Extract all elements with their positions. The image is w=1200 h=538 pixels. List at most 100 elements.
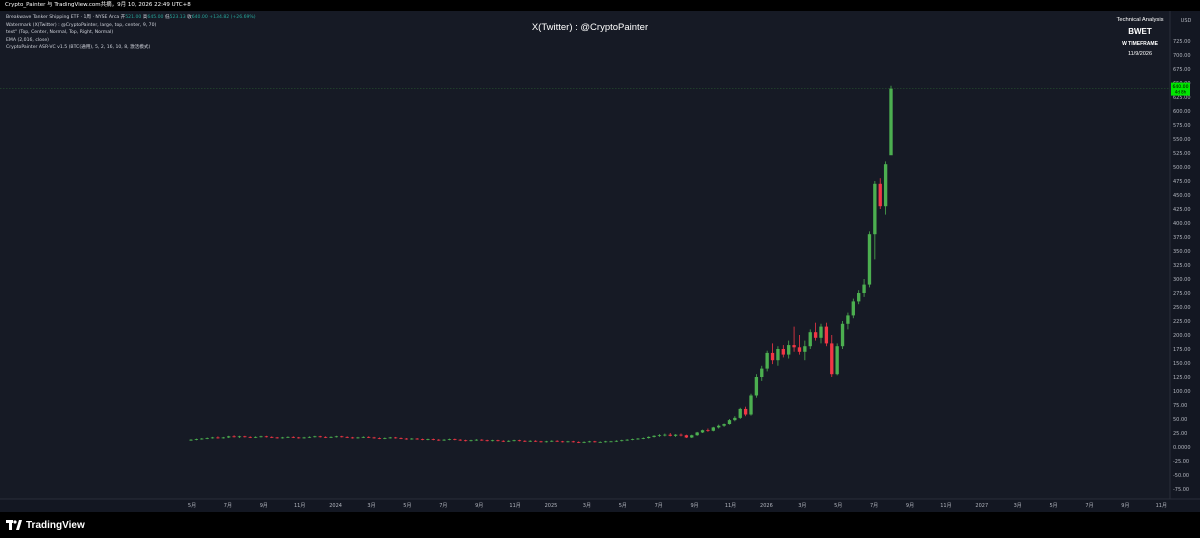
window-title: Crypto_Painter 与 TradingView.com共摘，9月 10… [0,0,1200,11]
candle-body [647,436,651,439]
candle-body [356,437,360,439]
candle-body [399,438,403,439]
price-axis-currency: USD [1181,18,1192,24]
chart-legend: Breakwave Tanker Shipping ETF · 1周 · NYS… [6,14,256,52]
technical-analysis-box: Technical Analysis BWET W TIMEFRAME 11/9… [1104,15,1176,59]
candle-body [700,430,705,433]
time-tick-label: 11月 [940,503,951,509]
candle-body [393,437,398,439]
candle-body [819,326,823,338]
candle-body [372,437,376,439]
candle-body [507,440,511,442]
candle-body [286,436,290,438]
candle-body [770,352,775,361]
candle-body [577,441,581,443]
ta-date: 11/9/2026 [1127,51,1153,57]
candle-body [544,441,549,443]
candle-body [652,435,656,437]
candle-body [291,436,295,438]
candle-body [690,435,694,438]
ta-ticker: BWET [1128,27,1152,36]
time-tick-label: 3月 [798,503,806,509]
candle-body [205,438,209,439]
candle-body [695,432,699,436]
candle-body [582,441,586,443]
time-tick-label: 7月 [870,503,878,509]
candle-body [415,438,419,440]
candle-body [878,183,882,207]
candle-body [388,437,392,439]
candle-body [593,441,597,443]
candle-body [237,436,242,438]
price-tick-label: -50.00 [1173,473,1189,479]
candle-body [668,434,672,436]
time-tick-label: 11月 [725,503,736,509]
candle-body [722,424,726,426]
candle-body [873,183,877,235]
candle-body [420,439,425,440]
price-tick-label: 25.00 [1173,431,1187,437]
candle-body [453,439,457,440]
candle-body [426,439,430,440]
candle-body [727,420,732,425]
price-tick-label: 75.00 [1173,403,1187,409]
candle-body [840,323,845,347]
price-tick-label: 250.00 [1173,305,1191,311]
legend-symbol-prefix: Breakwave Tanker Shipping ETF · 1周 · NYS… [6,15,126,20]
time-tick-label: 7月 [655,503,663,509]
time-tick-label: 5月 [619,503,627,509]
time-tick-label: 2027 [975,503,988,509]
candle-body [571,441,575,443]
time-tick-label: 11月 [1156,503,1167,509]
candle-body [480,439,484,441]
candle-body [227,436,231,438]
candle-body [808,332,812,347]
tradingview-logo[interactable]: TradingView [6,518,85,532]
candle-body [663,434,667,436]
candle-body [512,440,516,442]
candle-body [754,377,759,396]
time-tick-label: 5月 [834,503,842,509]
price-tick-label: -25.00 [1173,459,1189,465]
candle-body [442,439,446,441]
candle-body [485,440,489,442]
candle-body [404,438,409,440]
candle-body [673,434,678,436]
candle-body [598,441,602,443]
candle-body [490,440,495,442]
candle-body [851,301,855,316]
candle-body [323,436,328,438]
candlestick-chart[interactable]: USD725.00700.00675.00650.00625.00600.005… [0,11,1200,512]
price-tick-label: 450.00 [1173,193,1191,199]
candle-body [334,436,339,438]
legend-asr-indicator[interactable]: CryptoPainter ASR-VC v1.5 (BTC(通用), 5, 2… [6,44,256,52]
price-tick-label: 300.00 [1173,277,1191,283]
candle-body [367,436,371,438]
candle-body [194,439,199,440]
time-tick-label: 2025 [545,503,558,509]
legend-watermark-indicator[interactable]: Watermark (X(Twitter) : @CryptoPainter, … [6,22,256,30]
candle-body [350,437,355,439]
price-tick-label: 225.00 [1173,319,1191,325]
price-tick-label: 575.00 [1173,123,1191,129]
candle-body [867,234,872,285]
candle-body [657,435,662,437]
price-tick-label: 125.00 [1173,375,1191,381]
legend-change: +134.82 (+26.69%) [209,15,256,20]
price-tick-label: 375.00 [1173,235,1191,241]
candle-body [431,439,435,440]
candle-body [776,349,780,361]
candle-body [749,395,753,415]
candle-body [792,345,796,348]
legend-ema-indicator[interactable]: EMA (2,016, close) [6,37,256,45]
legend-text-indicator[interactable]: text" (Top, Center, Normal, Top, Right, … [6,29,256,37]
candle-body [243,436,247,438]
candle-body [625,439,629,441]
legend-symbol-line: Breakwave Tanker Shipping ETF · 1周 · NYS… [6,14,256,22]
time-tick-label: 9月 [475,503,483,509]
candle-body [447,439,452,440]
price-tick-label: -75.00 [1173,487,1189,493]
candle-body [340,436,344,438]
candle-body [259,436,263,438]
candle-body [743,408,748,415]
